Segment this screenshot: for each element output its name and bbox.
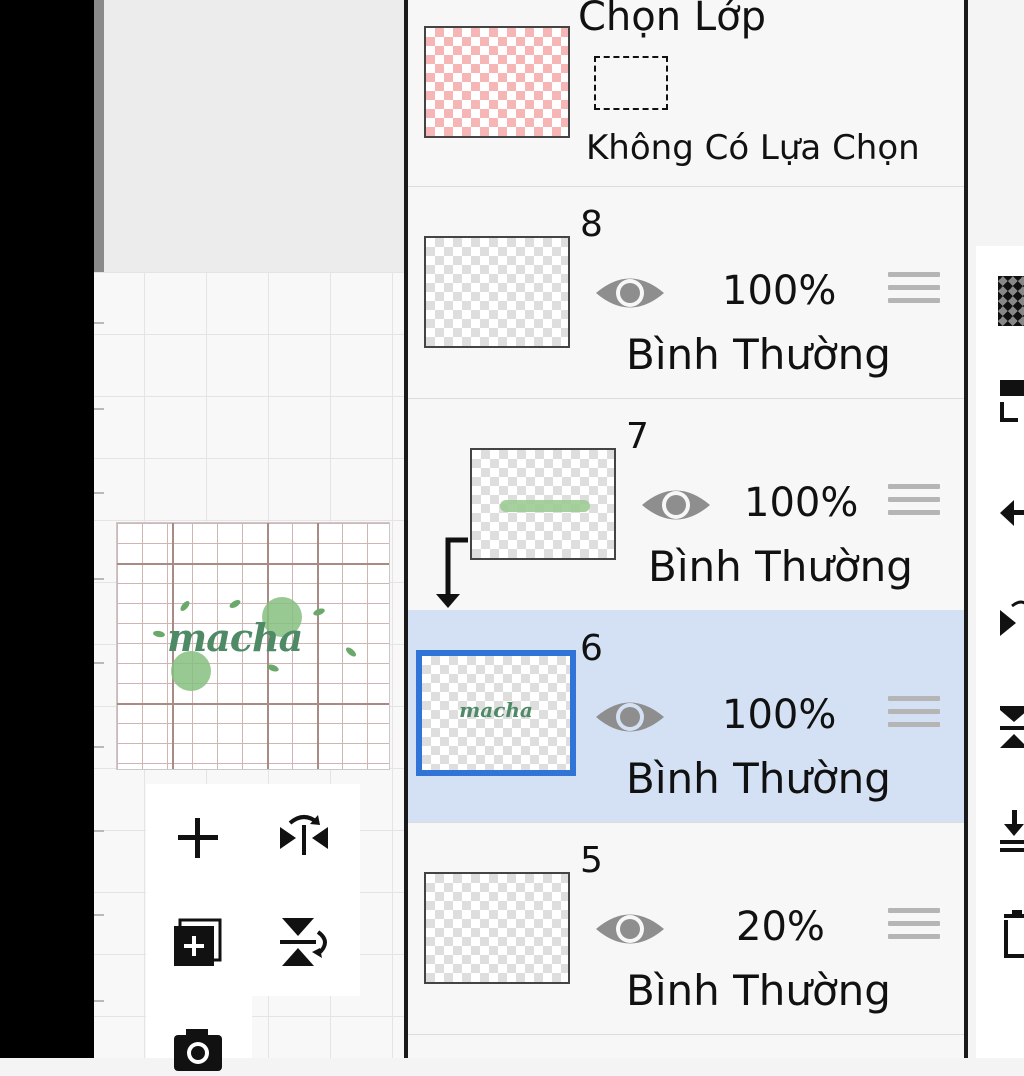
flip-vertical-icon — [280, 918, 327, 966]
selection-layer-thumbnail — [424, 26, 570, 138]
layer-thumbnail — [424, 236, 570, 348]
merge-layer-icon[interactable] — [998, 376, 1024, 426]
preview-word: macha — [167, 615, 303, 660]
layer-number: 6 — [580, 628, 603, 669]
drag-handle-icon[interactable] — [888, 696, 940, 740]
ruler-tick — [94, 830, 104, 832]
layer-blend-mode[interactable]: Bình Thường — [648, 542, 913, 591]
camera-icon — [174, 1029, 222, 1071]
layer-row[interactable]: 5 20% Bình Thường — [408, 822, 964, 1035]
layer-thumbnail — [424, 872, 570, 984]
ruler-tick — [94, 1000, 104, 1002]
preview-line — [317, 523, 319, 769]
layer-row[interactable]: 7 100% Bình Thường — [408, 398, 964, 611]
layer-opacity[interactable]: 100% — [722, 692, 836, 738]
layer-number: 8 — [580, 204, 603, 245]
thumbnail-word: macha — [459, 698, 533, 722]
selection-marquee-icon — [594, 56, 668, 110]
vertical-scrollbar[interactable] — [94, 0, 104, 272]
plus-icon — [178, 818, 218, 858]
merge-down-icon[interactable] — [998, 806, 1024, 856]
ruler-tick — [94, 492, 104, 494]
selection-status: Không Có Lựa Chọn — [586, 128, 920, 168]
ruler-tick — [94, 408, 104, 410]
layer-number: 7 — [626, 416, 649, 457]
flip-icon[interactable] — [998, 598, 1024, 648]
layer-blend-mode[interactable]: Bình Thường — [626, 966, 891, 1015]
add-layer-button[interactable] — [168, 808, 228, 868]
thumbnail-content — [500, 500, 590, 512]
ruler-tick — [94, 322, 104, 324]
flip-vertical-icon[interactable] — [998, 702, 1024, 752]
eye-icon[interactable] — [594, 270, 666, 316]
ruler-tick — [94, 578, 104, 580]
layer-thumbnail: macha — [416, 650, 576, 776]
preview-line — [117, 563, 389, 565]
preview-line — [117, 703, 389, 705]
layer-tools — [146, 784, 360, 996]
transparency-icon[interactable] — [998, 276, 1024, 326]
layer-opacity[interactable]: 100% — [722, 268, 836, 314]
ruler-tick — [94, 914, 104, 916]
add-layer-copy-icon — [174, 918, 222, 966]
selection-layer-row[interactable]: Chọn Lớp Không Có Lựa Chọn — [408, 0, 964, 187]
layer-number: 5 — [580, 840, 603, 881]
drag-handle-icon[interactable] — [888, 272, 940, 316]
navigator-preview[interactable]: macha — [116, 522, 390, 770]
layer-tools-bottom — [146, 996, 252, 1071]
clipping-arrow-icon — [436, 537, 468, 608]
layer-blend-mode[interactable]: Bình Thường — [626, 330, 891, 379]
layer-opacity[interactable]: 100% — [744, 480, 858, 526]
drag-handle-icon[interactable] — [888, 908, 940, 952]
move-icon[interactable] — [998, 488, 1024, 538]
flip-horizontal-button[interactable] — [274, 808, 334, 868]
flip-vertical-button[interactable] — [274, 912, 334, 972]
layer-opacity[interactable]: 20% — [736, 904, 825, 950]
eye-icon[interactable] — [594, 906, 666, 952]
eye-icon[interactable] — [594, 694, 666, 740]
layer-row-selected[interactable]: macha 6 100% Bình Thường — [408, 610, 964, 823]
eye-icon[interactable] — [640, 482, 712, 528]
canvas-area-top — [104, 0, 406, 272]
ruler-tick — [94, 746, 104, 748]
right-tool-panel — [976, 246, 1024, 1058]
trash-icon[interactable] — [998, 910, 1024, 960]
selection-layer-title: Chọn Lớp — [578, 0, 766, 40]
drag-handle-icon[interactable] — [888, 484, 940, 528]
layer-blend-mode[interactable]: Bình Thường — [626, 754, 891, 803]
camera-button[interactable] — [168, 1016, 228, 1076]
layer-panel: Chọn Lớp Không Có Lựa Chọn 8 100% Bình T… — [404, 0, 968, 1058]
layer-row[interactable]: 8 100% Bình Thường — [408, 186, 964, 399]
layer-row-partial[interactable] — [408, 1034, 964, 1058]
ruler-tick — [94, 662, 104, 664]
add-layer-copy-button[interactable] — [168, 912, 228, 972]
left-edge — [0, 0, 94, 1058]
layer-thumbnail — [470, 448, 616, 560]
flip-horizontal-icon — [280, 815, 328, 855]
